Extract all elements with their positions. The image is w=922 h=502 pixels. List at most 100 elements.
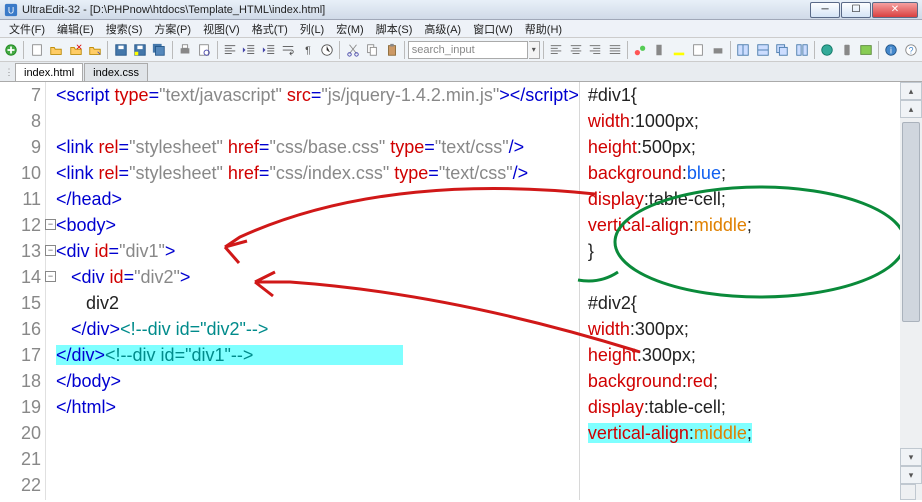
scroll-thumb[interactable] [902, 122, 920, 322]
scroll-down-icon[interactable]: ▾ [900, 448, 922, 466]
css-line: display:table-cell; [580, 394, 900, 420]
tab-nav-icon[interactable]: ⋮ [4, 63, 14, 81]
code-line: <script type="text/javascript" src="js/j… [46, 82, 579, 108]
save-all-icon[interactable] [150, 40, 168, 60]
svg-text:i: i [891, 45, 893, 55]
menu-format[interactable]: 格式(T) [247, 20, 293, 38]
scroll-up-icon[interactable]: ▴ [900, 100, 922, 118]
cut-icon[interactable] [343, 40, 361, 60]
line-number: 9 [0, 134, 45, 160]
maximize-button[interactable]: ☐ [841, 2, 871, 18]
code-line: <div id="div2"> [46, 264, 579, 290]
tab-index-html[interactable]: index.html [15, 63, 83, 81]
line-number: 17 [0, 342, 45, 368]
print-icon[interactable] [176, 40, 194, 60]
separator [814, 41, 815, 59]
copy-icon[interactable] [363, 40, 381, 60]
open-icon[interactable] [47, 40, 65, 60]
menu-script[interactable]: 脚本(S) [371, 20, 418, 38]
code-line: </body> [46, 368, 579, 394]
menu-file[interactable]: 文件(F) [4, 20, 50, 38]
code-right[interactable]: #div1{ width:1000px; height:500px; backg… [579, 82, 900, 500]
scroll-down-icon[interactable]: ▾ [900, 466, 922, 484]
separator [543, 41, 544, 59]
tab-index-css[interactable]: index.css [84, 63, 148, 81]
page-setup-icon[interactable] [689, 40, 707, 60]
align-right-icon[interactable] [586, 40, 604, 60]
menu-help[interactable]: 帮助(H) [520, 20, 567, 38]
line-number: 16 [0, 316, 45, 342]
help-icon[interactable]: i [882, 40, 900, 60]
save-as-icon[interactable] [131, 40, 149, 60]
svg-text:?: ? [909, 45, 914, 55]
menu-column[interactable]: 列(L) [295, 20, 329, 38]
indent-icon[interactable] [260, 40, 278, 60]
menu-macro[interactable]: 宏(M) [331, 20, 369, 38]
splash-icon[interactable] [631, 40, 649, 60]
paste-icon[interactable] [382, 40, 400, 60]
line-number: 21 [0, 446, 45, 472]
outdent-icon[interactable] [240, 40, 258, 60]
line-number: 11 [0, 186, 45, 212]
align-left-para-icon[interactable] [547, 40, 565, 60]
open-quick-icon[interactable] [86, 40, 104, 60]
menu-edit[interactable]: 编辑(E) [52, 20, 99, 38]
scroll-up-icon[interactable]: ▴ [900, 82, 922, 100]
window-hsplit-icon[interactable] [754, 40, 772, 60]
window-tilev-icon[interactable] [792, 40, 810, 60]
separator [107, 41, 108, 59]
css-line: } [580, 238, 900, 264]
align-center-icon[interactable] [566, 40, 584, 60]
code-line [46, 420, 579, 446]
minimize-button[interactable]: ─ [810, 2, 840, 18]
align-left-icon[interactable] [221, 40, 239, 60]
window-title: UltraEdit-32 - [D:\PHPnow\htdocs\Templat… [22, 4, 810, 16]
css-line: #div1{ [580, 82, 900, 108]
show-spaces-icon[interactable]: ¶ [298, 40, 316, 60]
line-number: 13− [0, 238, 45, 264]
line-number: 22 [0, 472, 45, 498]
align-justify-icon[interactable] [605, 40, 623, 60]
highlight-icon[interactable] [670, 40, 688, 60]
print-preview-icon[interactable] [195, 40, 213, 60]
css-line: width:300px; [580, 316, 900, 342]
new-file-icon[interactable] [2, 40, 20, 60]
window-vsplit-icon[interactable] [734, 40, 752, 60]
code-left[interactable]: <script type="text/javascript" src="js/j… [46, 82, 579, 500]
globe-icon[interactable] [818, 40, 836, 60]
line-gutter: 7 8 9 10 11 12− 13− 14− 15 16 17 18 19 2… [0, 82, 46, 500]
code-line: <link rel="stylesheet" href="css/base.cs… [46, 134, 579, 160]
mobile-icon[interactable] [837, 40, 855, 60]
datetime-icon[interactable] [318, 40, 336, 60]
line-number: 14− [0, 264, 45, 290]
scrollbar-corner [900, 484, 916, 500]
css-line: width:1000px; [580, 108, 900, 134]
code-line: div2 [46, 290, 579, 316]
tools-icon[interactable] [650, 40, 668, 60]
window-cascade-icon[interactable] [773, 40, 791, 60]
separator [627, 41, 628, 59]
new-doc-icon[interactable] [27, 40, 45, 60]
close-button[interactable]: ✕ [872, 2, 918, 18]
map-icon[interactable] [857, 40, 875, 60]
menu-window[interactable]: 窗口(W) [468, 20, 518, 38]
search-dropdown-icon[interactable]: ▾ [529, 41, 540, 59]
about-icon[interactable]: ? [902, 40, 920, 60]
menu-view[interactable]: 视图(V) [198, 20, 245, 38]
css-line: height:500px; [580, 134, 900, 160]
app-icon: U [4, 3, 18, 17]
print2-icon[interactable] [709, 40, 727, 60]
menu-search[interactable]: 搜索(S) [101, 20, 148, 38]
menu-project[interactable]: 方案(P) [149, 20, 196, 38]
word-wrap-icon[interactable] [279, 40, 297, 60]
menu-bar: 文件(F) 编辑(E) 搜索(S) 方案(P) 视图(V) 格式(T) 列(L)… [0, 20, 922, 38]
search-input[interactable] [408, 41, 528, 59]
scroll-track[interactable] [900, 118, 922, 448]
line-number: 19 [0, 394, 45, 420]
menu-advanced[interactable]: 高级(A) [419, 20, 466, 38]
code-line [46, 108, 579, 134]
svg-text:¶: ¶ [305, 44, 311, 56]
save-icon[interactable] [111, 40, 129, 60]
vertical-scrollbar[interactable]: ▴ ▴ ▾ ▾ [900, 82, 922, 500]
close-file-icon[interactable] [66, 40, 84, 60]
